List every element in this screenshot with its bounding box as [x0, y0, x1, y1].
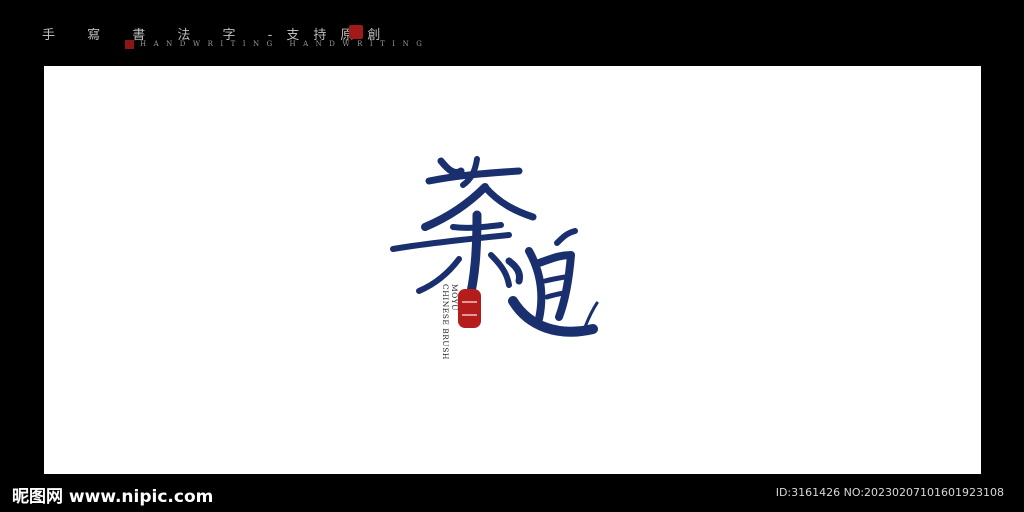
side-caption: MOYU CHINESE BRUSH: [441, 284, 459, 360]
artwork-canvas: 茶道 MOYU CHINESE BRUSH: [44, 66, 981, 474]
small-seal-icon: [125, 40, 134, 49]
side-caption-line2: CHINESE BRUSH: [441, 284, 450, 360]
footer-logo: 昵图网 www.nipic.com: [12, 487, 214, 507]
red-seal-icon: [349, 25, 363, 39]
header-subtitle: HANDWRITING HANDWRITING: [140, 40, 430, 48]
calligraphy-artwork: 茶道: [390, 156, 599, 337]
red-seal-stamp-icon: [458, 289, 481, 328]
footer-id: ID:3161426 NO:20230207101601923108: [775, 486, 1004, 499]
